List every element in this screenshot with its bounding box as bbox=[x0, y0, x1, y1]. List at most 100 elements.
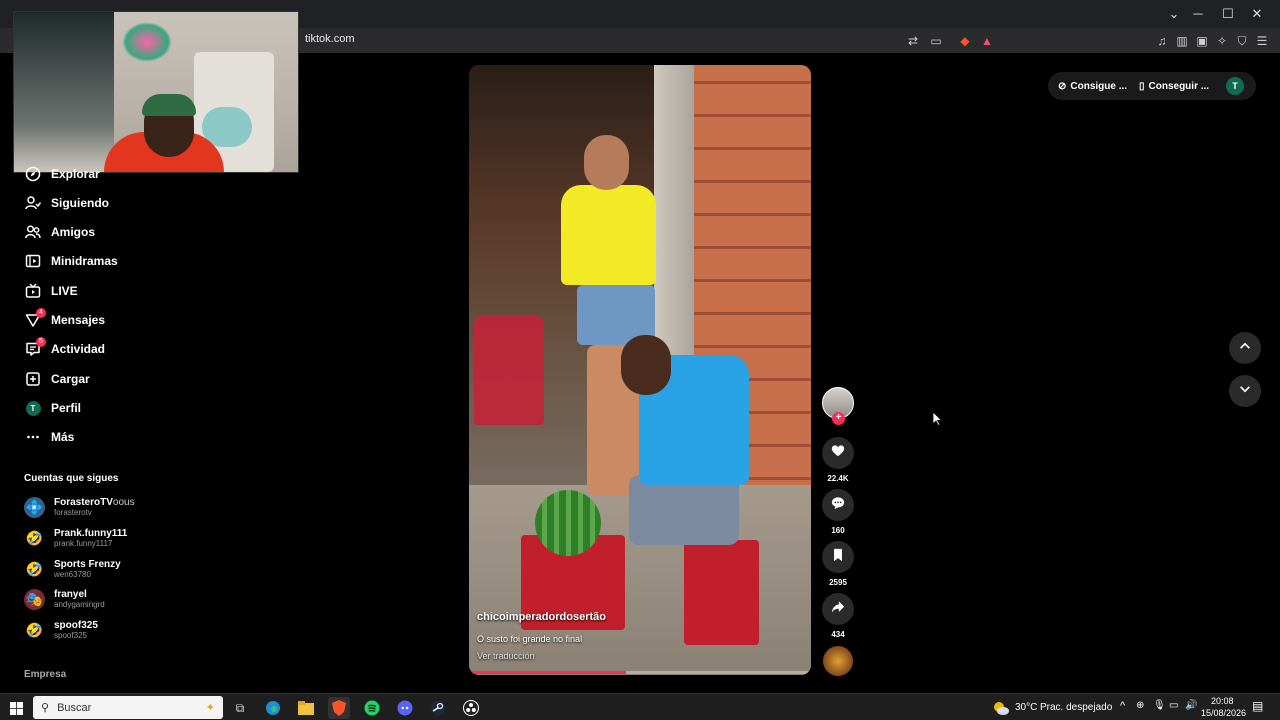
wallet-icon[interactable]: ▣ bbox=[1194, 33, 1210, 49]
obs-icon[interactable] bbox=[460, 697, 482, 719]
leo-ai-icon[interactable]: ✧ bbox=[1214, 33, 1230, 49]
translate-icon[interactable]: ⇄ bbox=[905, 33, 921, 49]
following-account[interactable]: 🤣 Prank.funny111 prank.funny1117 bbox=[24, 525, 128, 551]
next-video-button[interactable] bbox=[1229, 375, 1261, 407]
following-account[interactable]: 🤣 spoof325 spoof325 bbox=[24, 617, 98, 643]
sidebar-item-perfil[interactable]: T Perfil bbox=[24, 397, 81, 419]
menu-icon[interactable]: ☰ bbox=[1254, 33, 1270, 49]
upload-plus-icon bbox=[24, 370, 42, 388]
sidebar-item-label: Minidramas bbox=[51, 254, 118, 268]
vpn-icon[interactable]: ⛉ bbox=[1234, 33, 1250, 49]
sidebar-item-mas[interactable]: Más bbox=[24, 426, 74, 448]
previous-video-button[interactable] bbox=[1229, 332, 1261, 364]
task-view-icon[interactable]: ⧉ bbox=[229, 697, 251, 719]
save-button[interactable] bbox=[822, 541, 854, 573]
video-author[interactable]: chicoimperadordosertão bbox=[477, 611, 606, 623]
chevron-up-icon bbox=[1238, 339, 1252, 358]
notifications-icon[interactable]: ▤ bbox=[1252, 699, 1263, 713]
heart-icon bbox=[831, 444, 845, 463]
chevron-down-icon bbox=[1238, 382, 1252, 401]
video-progress-bar[interactable] bbox=[469, 671, 811, 674]
share-button[interactable] bbox=[822, 593, 854, 625]
comment-button[interactable] bbox=[822, 489, 854, 521]
coin-icon: ⊘ bbox=[1058, 80, 1067, 92]
weather-temp[interactable]: 30°C bbox=[1015, 702, 1037, 713]
follow-plus-button[interactable]: + bbox=[832, 412, 845, 425]
following-account[interactable]: 🤣 Sports Frenzy wen63780 bbox=[24, 556, 121, 582]
account-avatar: 🤣 bbox=[25, 560, 44, 577]
search-icon: ⚲ bbox=[41, 702, 50, 714]
close-window-button[interactable]: ✕ bbox=[1244, 4, 1270, 24]
weather-desc[interactable]: Prac. despejado bbox=[1040, 702, 1112, 713]
compass-icon bbox=[24, 165, 42, 183]
film-icon bbox=[24, 252, 42, 270]
minimize-button[interactable]: ─ bbox=[1185, 4, 1211, 24]
sidebar-item-siguiendo[interactable]: Siguiendo bbox=[24, 192, 109, 214]
mouse-cursor-icon bbox=[933, 412, 943, 426]
account-username: spoof325 bbox=[54, 630, 87, 640]
share-count: 434 bbox=[831, 630, 845, 639]
brave-browser-icon[interactable] bbox=[328, 697, 350, 719]
maximize-button[interactable]: ☐ bbox=[1215, 4, 1241, 24]
account-avatar: 🤣 bbox=[25, 621, 44, 638]
following-account[interactable]: 💠 ForasteroTVoous forasterotv bbox=[24, 494, 135, 520]
edge-icon[interactable] bbox=[262, 697, 284, 719]
microphone-icon[interactable]: 🎙 bbox=[1153, 700, 1166, 711]
steam-icon[interactable] bbox=[427, 697, 449, 719]
get-coins-button[interactable]: ⊘ Consigue ... bbox=[1058, 73, 1127, 99]
tab-search-dropdown-icon[interactable]: ⌄ bbox=[1161, 4, 1187, 24]
sidebar-item-minidramas[interactable]: Minidramas bbox=[24, 250, 118, 272]
taskbar-search-box[interactable]: ⚲ Buscar ✦ bbox=[33, 696, 223, 719]
file-explorer-icon[interactable] bbox=[295, 697, 317, 719]
video-player[interactable]: chicoimperadordosertão O susto foi grand… bbox=[469, 65, 811, 675]
windows-start-icon[interactable] bbox=[5, 697, 27, 719]
weather-icon bbox=[990, 697, 1012, 719]
sidebar-item-explorar[interactable]: Explorar bbox=[24, 163, 100, 185]
account-name: Sports Frenzy bbox=[54, 558, 121, 570]
footer-link-empresa[interactable]: Empresa bbox=[24, 669, 66, 680]
cast-icon[interactable]: ▭ bbox=[928, 33, 944, 49]
discord-icon[interactable] bbox=[394, 697, 416, 719]
account-name: franyel bbox=[54, 588, 87, 600]
spotify-icon[interactable] bbox=[361, 697, 383, 719]
brave-shield-icon[interactable]: ◆ bbox=[957, 33, 973, 49]
translate-link[interactable]: Ver traducción bbox=[477, 651, 535, 661]
account-username: wen63780 bbox=[54, 569, 91, 579]
network-share-icon[interactable]: ⊕ bbox=[1136, 700, 1144, 711]
notification-badge: 5 bbox=[36, 337, 46, 347]
music-disc[interactable] bbox=[823, 646, 853, 676]
profile-avatar[interactable]: T bbox=[1226, 77, 1244, 95]
clock-time[interactable]: 20:08 bbox=[1211, 696, 1234, 706]
account-avatar: 💠 bbox=[24, 496, 45, 518]
sidebar-item-mensajes[interactable]: 4 Mensajes bbox=[24, 308, 105, 331]
like-button[interactable] bbox=[822, 437, 854, 469]
account-name: ForasteroTV bbox=[54, 496, 113, 508]
sidebar-item-label: Perfil bbox=[51, 401, 82, 415]
sidebar-item-label: Siguiendo bbox=[51, 196, 109, 210]
user-follow-icon bbox=[24, 194, 42, 212]
brave-rewards-icon[interactable]: ▲ bbox=[979, 33, 995, 49]
comment-icon bbox=[831, 496, 845, 515]
following-section-title: Cuentas que sigues bbox=[24, 473, 119, 484]
tray-overflow-icon[interactable]: ^ bbox=[1120, 700, 1125, 712]
account-username: andygamingrd bbox=[54, 599, 105, 609]
media-icon[interactable]: ♫ bbox=[1154, 33, 1170, 49]
volume-icon[interactable]: 🔊 bbox=[1185, 700, 1197, 711]
sidebar-item-live[interactable]: LIVE bbox=[24, 280, 78, 302]
avatar-letter: T bbox=[25, 400, 41, 416]
sidebar-item-amigos[interactable]: Amigos bbox=[24, 221, 95, 243]
account-name: Prank.funny111 bbox=[54, 527, 128, 539]
more-dots-icon bbox=[24, 428, 42, 446]
following-account[interactable]: 🎭 franyel andygamingrd bbox=[24, 586, 105, 612]
sidebar-item-actividad[interactable]: 5 Actividad bbox=[24, 337, 106, 360]
sidebar-toggle-icon[interactable]: ▥ bbox=[1174, 33, 1190, 49]
network-icon[interactable]: ▭ bbox=[1169, 700, 1178, 711]
clock-date[interactable]: 15/08/2026 bbox=[1201, 708, 1246, 718]
account-avatar: 🤣 bbox=[25, 529, 44, 546]
sidebar-item-cargar[interactable]: Cargar bbox=[24, 368, 90, 390]
sidebar-item-label: Amigos bbox=[51, 225, 96, 239]
get-app-button[interactable]: ▯ Conseguir ... bbox=[1139, 73, 1209, 99]
sidebar-item-label: Actividad bbox=[51, 342, 106, 356]
url-text[interactable]: tiktok.com bbox=[305, 33, 355, 45]
friends-icon bbox=[24, 223, 42, 241]
